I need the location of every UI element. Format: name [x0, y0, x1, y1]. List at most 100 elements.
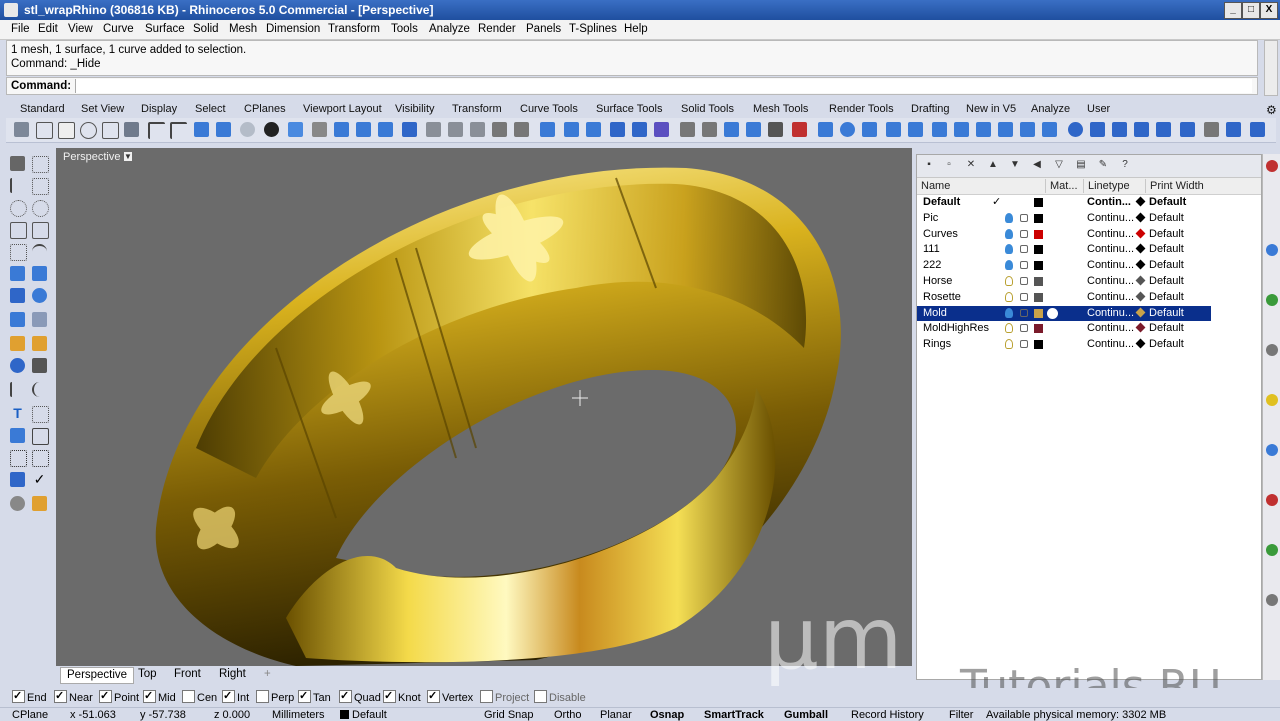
checkbox[interactable] [99, 689, 112, 703]
split-tool-icon[interactable] [32, 382, 49, 397]
tspline-star-icon[interactable] [862, 122, 877, 137]
layer-row[interactable]: MoldHighRes Continu... Default [917, 321, 1211, 336]
tspline-options-icon[interactable] [1250, 122, 1265, 137]
box-solid-icon[interactable] [10, 288, 25, 303]
layer-linetype[interactable]: Continu... [1087, 337, 1134, 352]
lock-icon[interactable] [1020, 340, 1028, 349]
osnap-tan[interactable]: Tan [298, 689, 331, 704]
minimize-button[interactable]: _ [1224, 2, 1242, 19]
layer-row[interactable]: Rings Continu... Default [917, 337, 1211, 352]
blend-icon[interactable] [586, 122, 601, 137]
tspline-cone-icon[interactable] [1156, 122, 1171, 137]
tab-user[interactable]: User [1087, 103, 1110, 115]
col-name[interactable]: Name [917, 179, 950, 193]
layer-linetype[interactable]: Continu... [1087, 306, 1134, 321]
lights-tab-icon[interactable] [1266, 544, 1278, 556]
menu-edit[interactable]: Edit [38, 23, 58, 35]
menu-view[interactable]: View [68, 23, 93, 35]
osnap-end[interactable]: End [12, 689, 47, 704]
col-material[interactable]: Mat... [1045, 179, 1082, 193]
polyline-tool-icon[interactable] [32, 178, 49, 195]
menu-help[interactable]: Help [624, 23, 648, 35]
chevron-down-icon[interactable]: ▼ [124, 152, 132, 161]
layer-color-swatch[interactable] [1034, 213, 1043, 223]
tspline-smooth-icon[interactable] [1042, 122, 1057, 137]
layer-linetype[interactable]: Contin... [1087, 195, 1131, 210]
circle-icon[interactable] [80, 122, 97, 139]
checkbox[interactable] [480, 690, 493, 703]
osnap-cen[interactable]: Cen [182, 690, 217, 704]
render-sphere-icon[interactable] [264, 122, 279, 137]
osnap-toggle[interactable]: Osnap [650, 709, 684, 721]
grid-snap-toggle[interactable]: Grid Snap [484, 709, 534, 721]
trim-icon[interactable] [312, 122, 327, 137]
lock-icon[interactable] [1020, 245, 1028, 254]
curve-from-object-icon[interactable] [10, 266, 25, 281]
tab-new-in-v5[interactable]: New in V5 [966, 103, 1016, 115]
pan-icon[interactable] [768, 122, 783, 137]
osnap-knot[interactable]: Knot [383, 689, 421, 704]
tspline-cylinder-icon[interactable] [1090, 122, 1105, 137]
light-icon[interactable] [32, 336, 47, 351]
menu-solid[interactable]: Solid [193, 23, 219, 35]
grid-mesh-icon[interactable] [654, 122, 669, 137]
lock-icon[interactable] [1020, 229, 1028, 238]
rotate-icon[interactable] [492, 122, 507, 137]
layer-linetype[interactable]: Continu... [1087, 290, 1134, 305]
tab-curve-tools[interactable]: Curve Tools [520, 103, 578, 115]
dimension-icon[interactable] [680, 122, 695, 137]
menu-tsplines[interactable]: T-Splines [569, 23, 617, 35]
layers-tab-icon[interactable] [1266, 160, 1278, 172]
tab-render-tools[interactable]: Render Tools [829, 103, 894, 115]
move-up-icon[interactable]: ▲ [987, 159, 999, 171]
material-sphere-icon[interactable] [1047, 307, 1058, 319]
menu-curve[interactable]: Curve [103, 23, 134, 35]
tspline-append-icon[interactable] [932, 122, 947, 137]
fillet-icon[interactable] [540, 122, 555, 137]
display-tab-icon[interactable] [1266, 294, 1278, 306]
move-parent-icon[interactable]: ◀ [1031, 159, 1043, 171]
layer-row[interactable]: 111 Continu... Default [917, 242, 1211, 257]
materials-tab-icon[interactable] [1266, 444, 1278, 456]
layer-color-swatch[interactable] [1034, 245, 1043, 255]
menu-mesh[interactable]: Mesh [229, 23, 257, 35]
circle-tool-icon[interactable] [10, 200, 27, 217]
text-tool-icon[interactable]: T [10, 406, 25, 421]
record-history-toggle[interactable]: Record History [851, 709, 924, 721]
layer-linetype[interactable]: Continu... [1087, 258, 1134, 273]
layer-print-width[interactable]: Default [1149, 211, 1184, 226]
interp-curve-icon[interactable] [170, 122, 187, 139]
lock-icon[interactable] [1020, 292, 1028, 301]
tab-transform[interactable]: Transform [452, 103, 502, 115]
checkbox[interactable] [143, 689, 156, 703]
visibility-bulb-icon[interactable] [1005, 212, 1013, 223]
osnap-mid[interactable]: Mid [143, 689, 176, 704]
select-arrow-icon[interactable] [10, 156, 25, 171]
tab-set-view[interactable]: Set View [81, 103, 124, 115]
layer-row[interactable]: Curves Continu... Default [917, 227, 1211, 242]
menu-file[interactable]: File [11, 23, 30, 35]
arc-tool-icon[interactable] [32, 200, 49, 217]
new-sublayer-icon[interactable]: ▫ [943, 159, 955, 171]
gumball-toggle[interactable]: Gumball [784, 709, 828, 721]
layer-row[interactable]: Rosette Continu... Default [917, 290, 1211, 305]
tspline-bridge-icon[interactable] [998, 122, 1013, 137]
layer-tools-icon[interactable]: ▤ [1075, 159, 1087, 171]
menu-render[interactable]: Render [478, 23, 516, 35]
sphere-icon[interactable] [240, 122, 255, 137]
osnap-project[interactable]: Project [480, 690, 529, 704]
checkbox[interactable] [182, 690, 195, 703]
visibility-bulb-icon[interactable] [1005, 228, 1013, 239]
new-layer-icon[interactable]: ▪ [923, 159, 935, 171]
cylinder-icon[interactable] [288, 122, 303, 137]
polyline-icon[interactable] [14, 122, 29, 137]
layer-linetype[interactable]: Continu... [1087, 211, 1134, 226]
tab-right[interactable]: Right [213, 667, 252, 682]
analyze-icon[interactable] [10, 472, 25, 487]
filter-toggle[interactable]: Filter [949, 709, 973, 721]
ellipse-icon[interactable] [102, 122, 119, 139]
textures-tab-icon[interactable] [1266, 594, 1278, 606]
menu-surface[interactable]: Surface [145, 23, 185, 35]
add-viewport-button[interactable]: + [258, 667, 277, 682]
units-label[interactable]: Millimeters [272, 709, 325, 721]
